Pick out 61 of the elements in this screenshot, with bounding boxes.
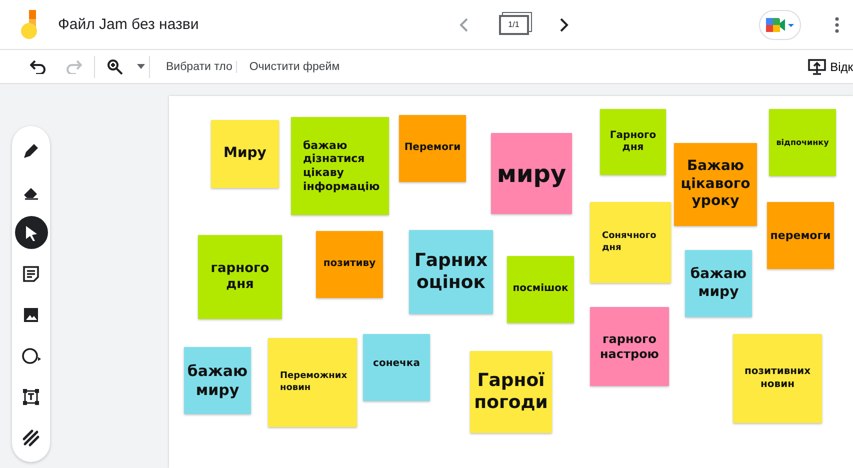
sticky-note[interactable]: Перемоги [399, 115, 466, 182]
tool-button[interactable] [14, 216, 48, 249]
note-text: Перемоги [404, 142, 461, 155]
sticky-note[interactable]: Гарної погоди [470, 351, 552, 433]
sticky-note[interactable]: позитивних новин [733, 334, 822, 423]
sticky-note-icon [22, 264, 40, 282]
note-text: гарного настрою [599, 332, 660, 362]
more-icon[interactable] [835, 16, 839, 32]
sticky-note[interactable]: перемоги [767, 202, 834, 269]
present-button[interactable]: Відк [808, 58, 853, 74]
sticky-note[interactable]: Переможних новин [268, 338, 357, 427]
pen-icon [22, 142, 40, 160]
file-title[interactable]: Файл Jam без назви [58, 16, 199, 33]
undo-icon[interactable] [30, 60, 46, 74]
sticky-note[interactable]: гарного настрою [590, 307, 669, 386]
zoom-icon[interactable] [107, 58, 123, 74]
note-text: Гарних оцінок [414, 250, 488, 294]
present-screen-icon [808, 58, 826, 74]
video-camera-icon [765, 16, 795, 34]
sticky-note[interactable]: сонечка [363, 334, 430, 401]
sticky-note[interactable]: бажаю миру [184, 347, 251, 414]
toolbar-button[interactable]: Очистити фрейм [236, 60, 344, 72]
note-text: сонечка [373, 358, 420, 370]
sticky-note[interactable]: гарного дня [198, 235, 282, 319]
note-text: позитиву [323, 258, 376, 271]
caret-icon[interactable] [137, 64, 145, 69]
note-text: Бажаю цікавого уроку [680, 158, 751, 211]
next-icon[interactable] [558, 18, 569, 32]
sticky-note[interactable]: Гарних оцінок [409, 230, 493, 314]
note-text: Гарної погоди [474, 370, 548, 414]
note-text: відпочинку [776, 138, 829, 148]
sticky-note[interactable]: миру [491, 133, 572, 214]
note-text: Гарного дня [608, 130, 658, 154]
toolbar-button[interactable]: Вибрати тло [162, 60, 236, 72]
sticky-note[interactable]: позитиву [316, 231, 383, 298]
note-text: миру [496, 158, 566, 188]
image-icon [22, 306, 40, 324]
sticky-note[interactable]: бажаю миру [685, 250, 752, 317]
circle-icon [21, 346, 41, 364]
meet-button[interactable] [759, 10, 801, 40]
sticky-note[interactable]: Сонячного дня [590, 202, 671, 283]
frame-counter-button[interactable]: 1/1 [498, 14, 529, 34]
note-text: Сонячного дня [602, 231, 658, 254]
note-text: посмішок [512, 283, 568, 296]
sticky-note[interactable]: Миру [211, 120, 279, 188]
note-text: бажаю дізнатися цікаву інформацію [303, 138, 381, 194]
sticky-note[interactable]: Гарного дня [600, 109, 666, 175]
note-text: Переможних новин [280, 371, 348, 394]
sticky-note[interactable]: бажаю дізнатися цікаву інформацію [291, 117, 389, 215]
note-text: бажаю миру [690, 266, 747, 301]
laser-icon [22, 428, 40, 446]
previous-icon[interactable] [458, 18, 469, 32]
sticky-note[interactable]: посмішок [507, 256, 574, 323]
sticky-note[interactable]: Бажаю цікавого уроку [674, 143, 757, 226]
note-text: позитивних новин [743, 366, 812, 391]
text-box-icon [22, 388, 40, 406]
note-text: гарного дня [210, 260, 270, 294]
sticky-note[interactable]: відпочинку [769, 109, 836, 176]
note-text: Миру [224, 145, 266, 163]
note-text: бажаю миру [187, 362, 248, 400]
note-text: перемоги [770, 228, 831, 242]
